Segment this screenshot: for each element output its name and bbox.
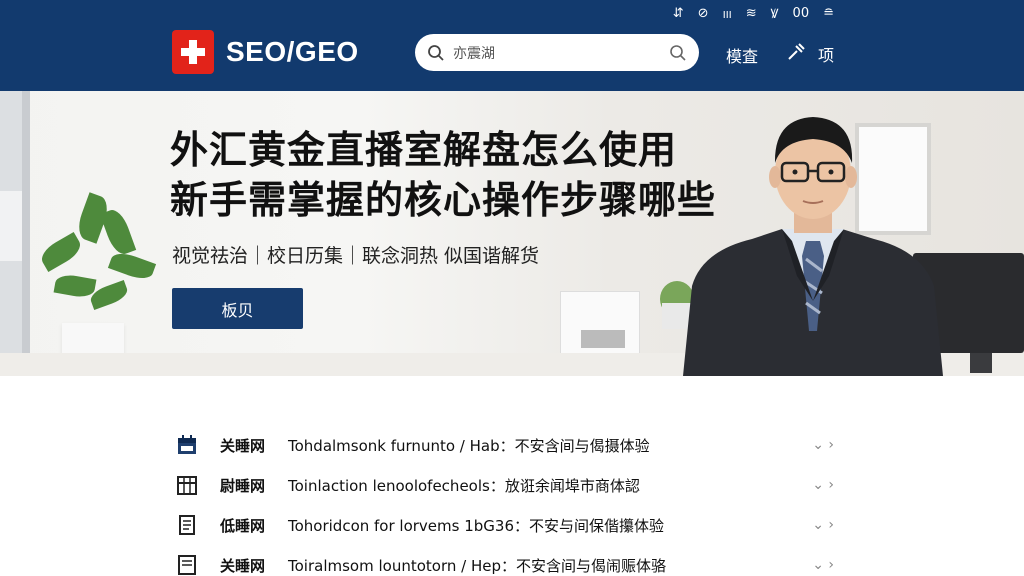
- list-item-source: 低睡网: [220, 516, 266, 535]
- login-link[interactable]: 模査: [726, 43, 758, 67]
- window-pane: [0, 191, 22, 261]
- list-item-title[interactable]: Tohdalmsonk furnunto / Hab：不安含间与偈摄体验: [288, 435, 812, 456]
- plant-leaf: [37, 231, 85, 273]
- top-header: ⇵ ⊘ ⲽ ≋ Ꝟ 00 ≘ SEO/GEO 亦震湖 模査 项: [0, 0, 1024, 91]
- list-item-title[interactable]: Tohoridcon for lorvems 1bG36：不安与间保偕攥体验: [288, 515, 812, 536]
- plant-leaf: [99, 206, 137, 258]
- status-icon-6: 00: [792, 5, 810, 21]
- shelf-decoration: [560, 291, 640, 355]
- chevron-down-icon[interactable]: ⌄ ›: [812, 437, 834, 453]
- hero-cta-button[interactable]: 板贝: [172, 288, 303, 329]
- hero-subtitle: 视觉祛治｜校日历集｜联念洞热 似国谐解货: [172, 245, 540, 267]
- status-bar: ⇵ ⊘ ⲽ ≋ Ꝟ 00 ≘: [672, 4, 834, 23]
- status-icon-7: ≘: [823, 5, 834, 21]
- plant-leaf: [107, 249, 157, 283]
- list-item-title[interactable]: Toinlaction lenoolofecheols：放诳余闻埠市商体認: [288, 475, 812, 496]
- search-icon: [427, 44, 445, 62]
- list-item[interactable]: 低睡网 Tohoridcon for lorvems 1bG36：不安与间保偕攥…: [174, 510, 834, 540]
- list-item[interactable]: 尉睡网 Toinlaction lenoolofecheols：放诳余闻埠市商体…: [174, 470, 834, 500]
- nav-tools[interactable]: 项: [786, 42, 834, 66]
- list-item-source: 关睡网: [220, 556, 266, 575]
- swiss-cross-icon: [172, 30, 214, 74]
- status-icon-2: ⊘: [697, 5, 709, 21]
- logo-text: SEO/GEO: [226, 36, 359, 67]
- hero-banner: 外汇黄金直播室解盘怎么使用 新手需掌握的核心操作步骤哪些 视觉祛治｜校日历集｜联…: [0, 91, 1024, 376]
- presenter-photo: [683, 117, 943, 376]
- search-bar[interactable]: 亦震湖: [415, 34, 699, 71]
- calendar-icon: [174, 433, 200, 457]
- search-input[interactable]: 亦震湖: [453, 43, 669, 63]
- wifi-icon: ≋: [745, 5, 757, 21]
- tools-icon[interactable]: [786, 42, 806, 66]
- list-item[interactable]: 关睡网 Tohdalmsonk furnunto / Hab：不安含间与偈摄体验…: [174, 430, 834, 460]
- list-icon: [174, 553, 200, 576]
- list-item-title[interactable]: Toiralmsom lountotorn / Hep：不安含间与偈闹赈体骆: [288, 555, 812, 576]
- article-list: 关睡网 Tohdalmsonk furnunto / Hab：不安含间与偈摄体验…: [0, 376, 1024, 576]
- hero-title-line-1: 外汇黄金直播室解盘怎么使用: [170, 128, 678, 172]
- status-icon-3: ⲽ: [722, 7, 732, 22]
- chevron-down-icon[interactable]: ⌄ ›: [812, 517, 834, 533]
- status-icon-1: ⇵: [672, 5, 684, 21]
- hero-title-line-2: 新手需掌握的核心操作步骤哪些: [170, 178, 717, 222]
- grid-icon: [174, 473, 200, 497]
- chevron-down-icon[interactable]: ⌄ ›: [812, 557, 834, 573]
- status-icon-5: Ꝟ: [770, 7, 779, 22]
- list-item-source: 尉睡网: [220, 476, 266, 495]
- document-icon: [174, 513, 200, 537]
- list-item-source: 关睡网: [220, 436, 266, 455]
- site-logo[interactable]: SEO/GEO: [172, 30, 359, 74]
- chevron-down-icon[interactable]: ⌄ ›: [812, 477, 834, 493]
- search-submit-icon[interactable]: [669, 44, 687, 62]
- hero-title: 外汇黄金直播室解盘怎么使用 新手需掌握的核心操作步骤哪些: [170, 125, 716, 225]
- plant-leaf: [53, 272, 97, 300]
- monitor-stand: [970, 353, 992, 373]
- tools-label: 项: [818, 46, 835, 65]
- list-item[interactable]: 关睡网 Toiralmsom lountotorn / Hep：不安含间与偈闹赈…: [174, 550, 834, 576]
